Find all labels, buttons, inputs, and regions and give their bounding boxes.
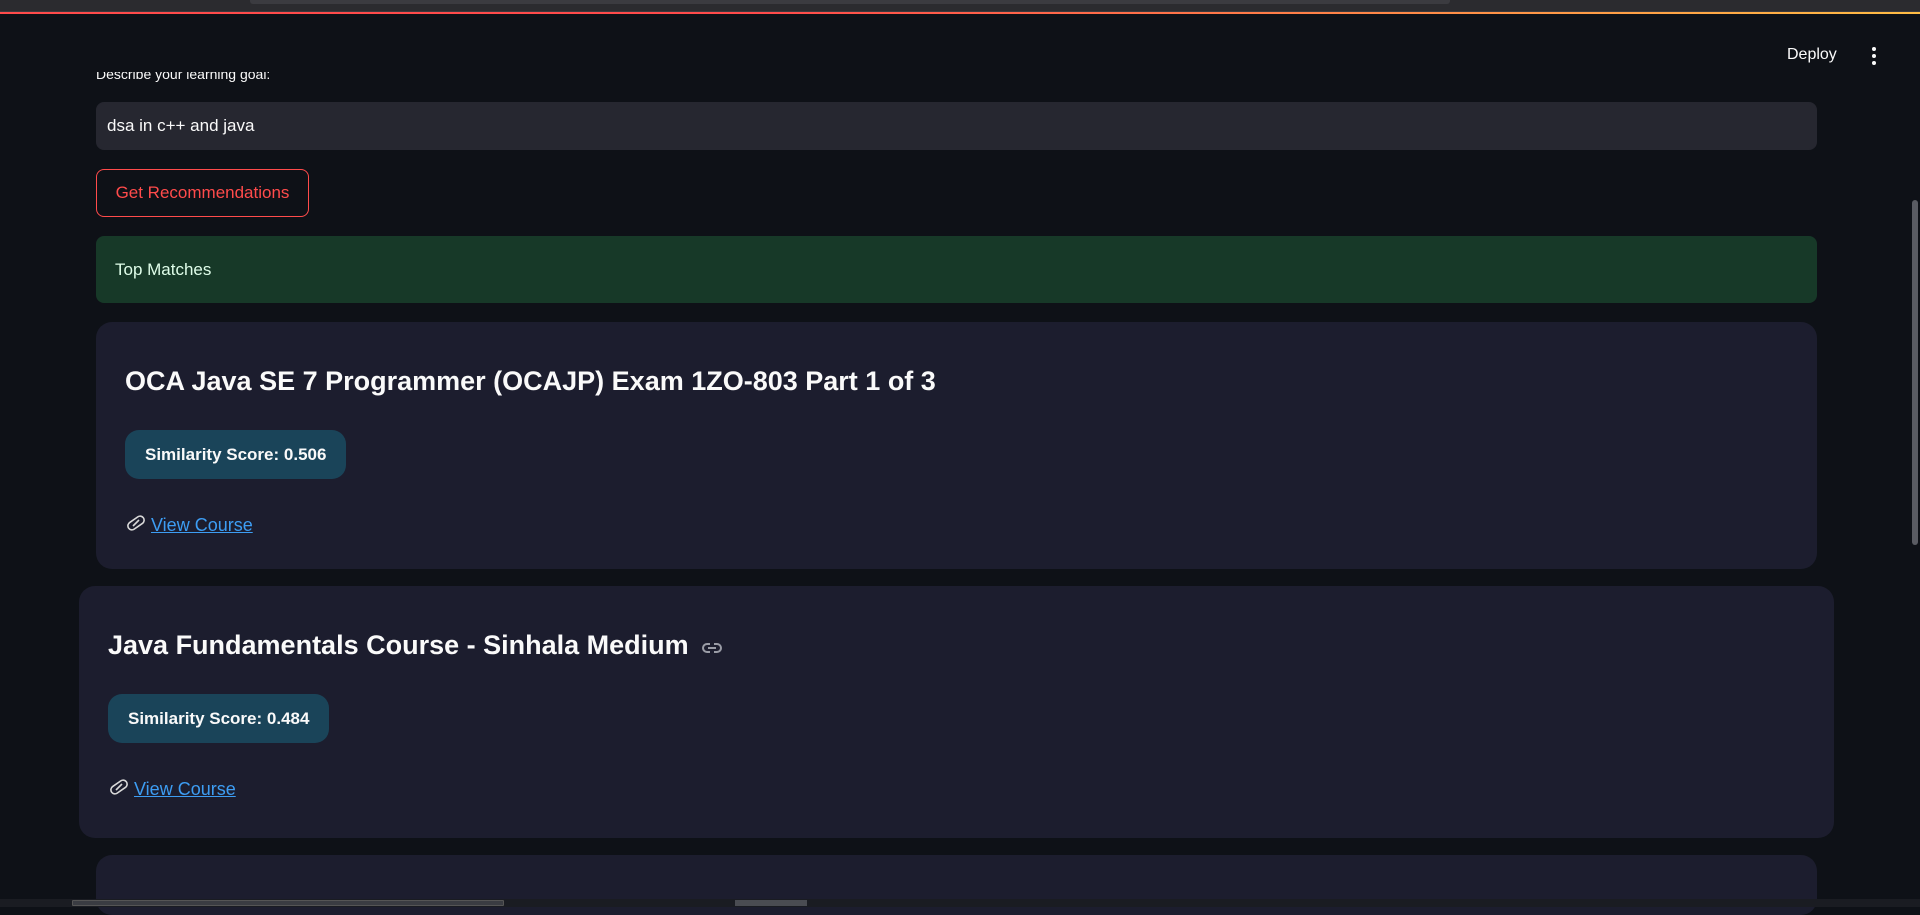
- course-card: OCA Java SE 7 Programmer (OCAJP) Exam 1Z…: [96, 322, 1817, 569]
- menu-dot: [1872, 47, 1876, 51]
- top-matches-banner: Top Matches: [96, 236, 1817, 303]
- top-matches-text: Top Matches: [115, 259, 212, 279]
- view-course-link[interactable]: View Course: [125, 514, 253, 537]
- similarity-score-badge: Similarity Score: 0.506: [125, 430, 347, 479]
- view-course-label: View Course: [134, 779, 236, 799]
- deploy-button[interactable]: Deploy: [1781, 42, 1843, 68]
- course-title: OCA Java SE 7 Programmer (OCAJP) Exam 1Z…: [125, 366, 936, 396]
- get-recommendations-button[interactable]: Get Recommendations: [96, 169, 309, 217]
- view-course-link[interactable]: View Course: [108, 778, 236, 801]
- vertical-scrollbar[interactable]: [1910, 0, 1920, 907]
- goal-label-text: Describe your learning goal:: [96, 72, 271, 82]
- browser-top-bar: [0, 0, 1920, 12]
- similarity-score-badge: Similarity Score: 0.484: [108, 694, 330, 743]
- menu-dot: [1872, 61, 1876, 65]
- goal-label: Describe your learning goal:: [96, 72, 270, 92]
- vertical-scrollbar-thumb[interactable]: [1912, 200, 1918, 545]
- view-course-label: View Course: [151, 515, 253, 535]
- horizontal-scrollbar[interactable]: [0, 899, 1920, 907]
- top-bar-tab: [250, 0, 1450, 4]
- header-decoration: [0, 12, 1920, 14]
- goal-input[interactable]: [96, 102, 1817, 150]
- course-card: Java Fundamentals Course - Sinhala Mediu…: [79, 586, 1834, 838]
- horizontal-scrollbar-thumb[interactable]: [72, 900, 504, 906]
- course-title-text: Java Fundamentals Course - Sinhala Mediu…: [108, 630, 689, 660]
- paperclip-icon: [108, 778, 130, 801]
- paperclip-icon: [125, 514, 147, 537]
- more-vertical-icon[interactable]: [1862, 42, 1886, 70]
- horizontal-scrollbar-segment: [735, 900, 807, 906]
- course-title: Java Fundamentals Course - Sinhala Mediu…: [108, 630, 723, 662]
- link-icon[interactable]: [701, 631, 723, 662]
- menu-dot: [1872, 54, 1876, 58]
